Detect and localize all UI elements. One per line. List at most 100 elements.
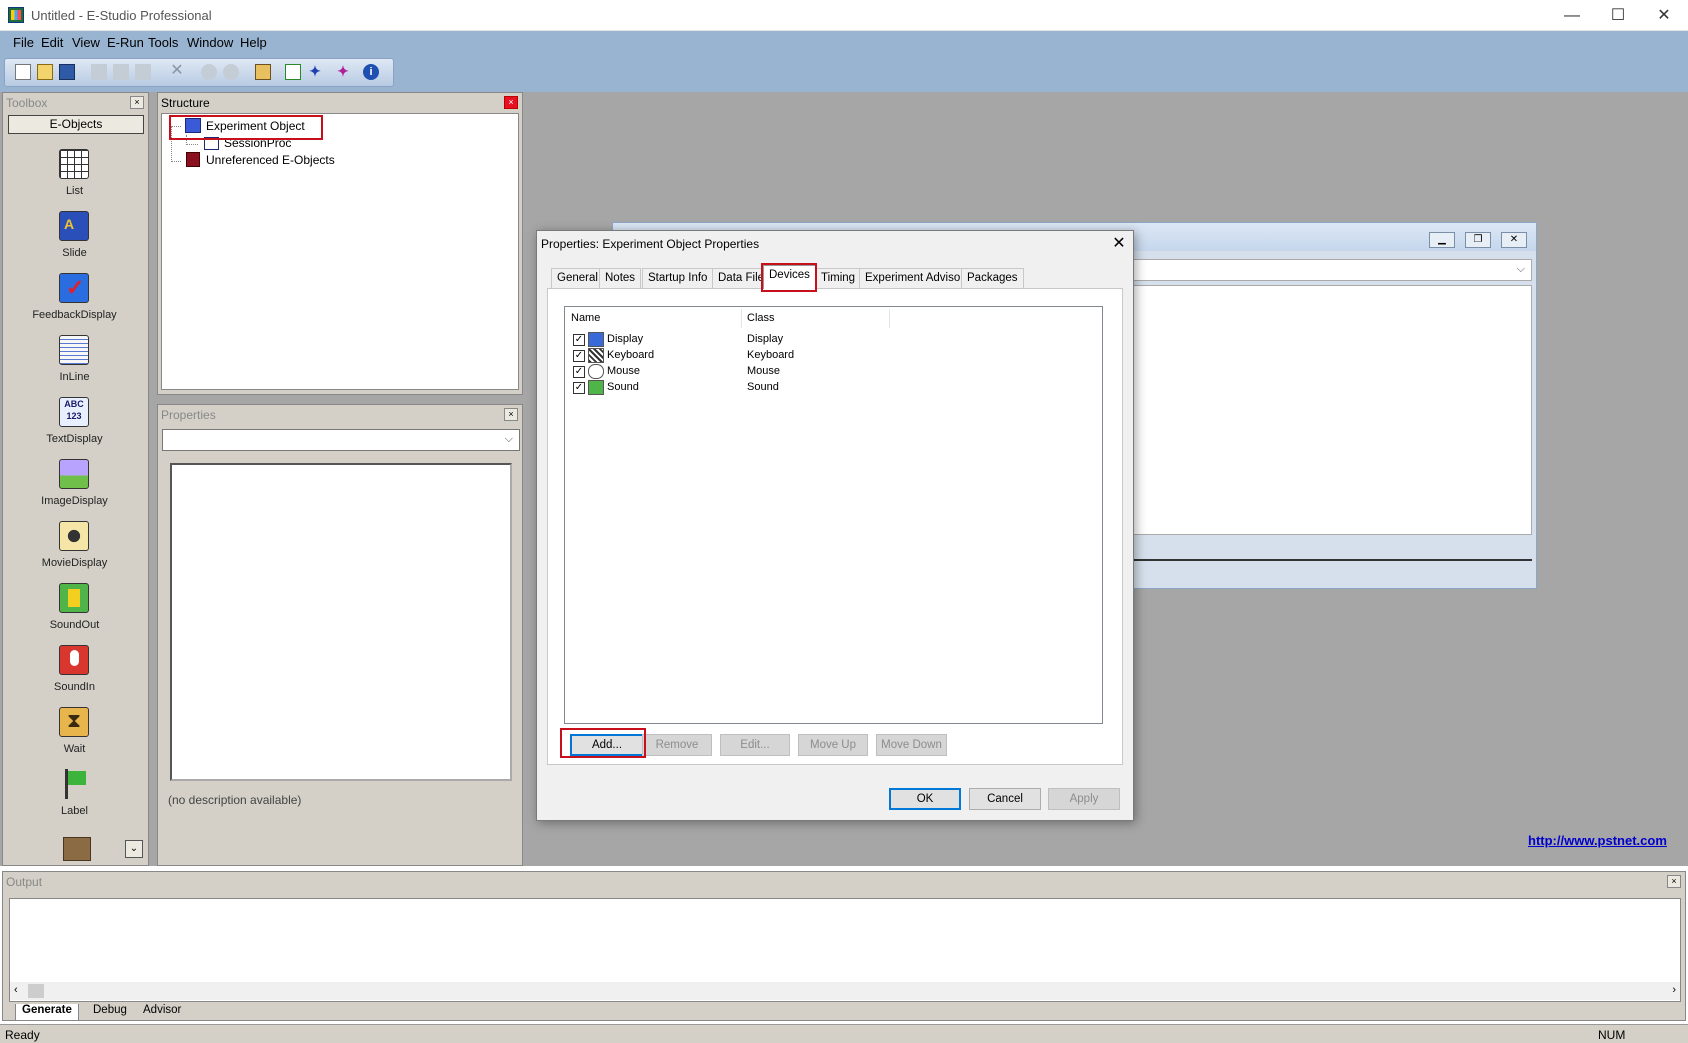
tool-soundout[interactable]: SoundOut <box>3 583 146 645</box>
mdi-minimize-button[interactable]: ▁ <box>1429 232 1455 248</box>
device-row[interactable]: ✓ Sound Sound <box>573 380 873 396</box>
move-down-button[interactable]: Move Down <box>876 734 947 756</box>
edit-button[interactable]: Edit... <box>720 734 790 756</box>
cut-icon[interactable] <box>91 64 107 80</box>
tool-label: FeedbackDisplay <box>32 309 117 321</box>
tab-notes[interactable]: Notes <box>599 268 642 288</box>
tool-imagedisplay[interactable]: ImageDisplay <box>3 459 146 521</box>
undo-icon[interactable] <box>201 64 217 80</box>
tab-experiment-advisor[interactable]: Experiment Advisor <box>859 268 971 288</box>
devices-list[interactable]: Name Class ✓ Display Display ✓ Keyboard … <box>564 306 1103 724</box>
menu-edit[interactable]: Edit <box>41 35 63 50</box>
copy-icon[interactable] <box>113 64 129 80</box>
move-up-button[interactable]: Move Up <box>798 734 868 756</box>
menu-view[interactable]: View <box>72 35 100 50</box>
open-icon[interactable] <box>37 64 53 80</box>
tool-inline[interactable]: InLine <box>3 335 146 397</box>
output-tab-generate[interactable]: Generate <box>15 1004 79 1021</box>
tool-soundin[interactable]: SoundIn <box>3 645 146 707</box>
properties-close-button[interactable]: × <box>504 408 518 421</box>
menu-erun[interactable]: E-Run <box>107 35 144 50</box>
column-header-name[interactable]: Name <box>571 312 600 324</box>
tab-timing[interactable]: Timing <box>815 268 862 288</box>
column-separator <box>741 309 742 328</box>
apply-button[interactable]: Apply <box>1048 788 1120 810</box>
tool-label: SoundOut <box>49 619 100 631</box>
toolbox-scroll-down-button[interactable]: ⌄ <box>125 840 143 858</box>
save-icon[interactable] <box>59 64 75 80</box>
status-bar: Ready NUM <box>0 1024 1688 1043</box>
tool-feedbackdisplay[interactable]: ✓ FeedbackDisplay <box>3 273 146 335</box>
close-window-button[interactable]: ✕ <box>1641 0 1687 31</box>
redo-icon[interactable] <box>223 64 239 80</box>
properties-grid[interactable] <box>170 463 512 781</box>
mdi-close-button[interactable]: ✕ <box>1501 232 1527 248</box>
device-checkbox[interactable]: ✓ <box>573 366 585 378</box>
properties-object-select[interactable]: ⌵ <box>162 429 520 451</box>
toolbox-category-button[interactable]: E-Objects <box>8 115 144 134</box>
structure-title: Structure <box>161 96 210 110</box>
sound-icon <box>588 380 604 395</box>
toolbar-strip: ✕ ✦ ✦ i <box>4 58 394 87</box>
structure-close-button[interactable]: × <box>504 96 518 109</box>
tool-textdisplay[interactable]: ABC 123 TextDisplay <box>3 397 146 459</box>
output-horizontal-scrollbar[interactable]: ‹ › <box>10 982 1680 1000</box>
microphone-icon <box>59 645 89 675</box>
menu-help[interactable]: Help <box>240 35 267 50</box>
app-icon <box>8 7 24 23</box>
inline-script-icon <box>59 335 89 365</box>
new-icon[interactable] <box>15 64 31 80</box>
scroll-left-icon[interactable]: ‹ <box>14 984 18 996</box>
remove-button[interactable]: Remove <box>642 734 712 756</box>
paste-icon[interactable] <box>135 64 151 80</box>
dialog-close-button[interactable]: ✕ <box>1107 233 1131 255</box>
cancel-button[interactable]: Cancel <box>969 788 1041 810</box>
pstnet-link[interactable]: http://www.pstnet.com <box>1528 833 1667 848</box>
tool-label-object[interactable]: Label <box>3 769 146 831</box>
tab-general[interactable]: General <box>551 268 604 288</box>
tab-startup-info[interactable]: Startup Info <box>642 268 714 288</box>
properties-dialog: Properties: Experiment Object Properties… <box>536 230 1134 821</box>
minimize-button[interactable]: — <box>1549 0 1595 31</box>
tool-label: List <box>65 185 84 197</box>
menu-window[interactable]: Window <box>187 35 233 50</box>
info-icon[interactable]: i <box>363 64 379 80</box>
device-row[interactable]: ✓ Display Display <box>573 332 873 348</box>
toolbox-close-button[interactable]: × <box>130 96 144 109</box>
device-row[interactable]: ✓ Mouse Mouse <box>573 364 873 380</box>
num-lock-indicator: NUM <box>1598 1028 1626 1042</box>
output-tab-debug[interactable]: Debug <box>87 1004 133 1021</box>
tool-label: MovieDisplay <box>41 557 108 569</box>
delete-icon[interactable]: ✕ <box>169 63 185 80</box>
scroll-thumb[interactable] <box>28 984 44 998</box>
mdi-restore-button[interactable]: ❐ <box>1465 232 1491 248</box>
device-checkbox[interactable]: ✓ <box>573 350 585 362</box>
tool-list[interactable]: List <box>3 149 146 211</box>
package-icon[interactable] <box>63 837 91 861</box>
scroll-right-icon[interactable]: › <box>1672 984 1676 996</box>
generate-icon[interactable] <box>285 64 301 80</box>
menu-tools[interactable]: Tools <box>148 35 178 50</box>
device-name: Sound <box>607 381 639 393</box>
device-checkbox[interactable]: ✓ <box>573 382 585 394</box>
device-class: Display <box>747 333 784 345</box>
menu-bar: File Edit View E-Run Tools Window Help <box>0 31 1688 55</box>
column-header-class[interactable]: Class <box>747 312 775 324</box>
maximize-button[interactable]: ☐ <box>1595 0 1641 31</box>
output-tab-advisor[interactable]: Advisor <box>137 1004 187 1021</box>
tool-label: Wait <box>63 743 86 755</box>
run-icon[interactable]: ✦ <box>307 64 323 80</box>
tool-wait[interactable]: ⧗ Wait <box>3 707 146 769</box>
ok-button[interactable]: OK <box>889 788 961 810</box>
tab-packages[interactable]: Packages <box>961 268 1024 288</box>
tool-slide[interactable]: A Slide <box>3 211 146 273</box>
debug-run-icon[interactable]: ✦ <box>335 64 351 80</box>
output-close-button[interactable]: × <box>1667 875 1681 888</box>
menu-file[interactable]: File <box>13 35 34 50</box>
browser-icon[interactable] <box>255 64 271 80</box>
device-checkbox[interactable]: ✓ <box>573 334 585 346</box>
device-row[interactable]: ✓ Keyboard Keyboard <box>573 348 873 364</box>
tool-moviedisplay[interactable]: MovieDisplay <box>3 521 146 583</box>
tree-node-unreferenced[interactable]: Unreferenced E-Objects <box>206 153 335 167</box>
device-name: Keyboard <box>607 349 655 361</box>
